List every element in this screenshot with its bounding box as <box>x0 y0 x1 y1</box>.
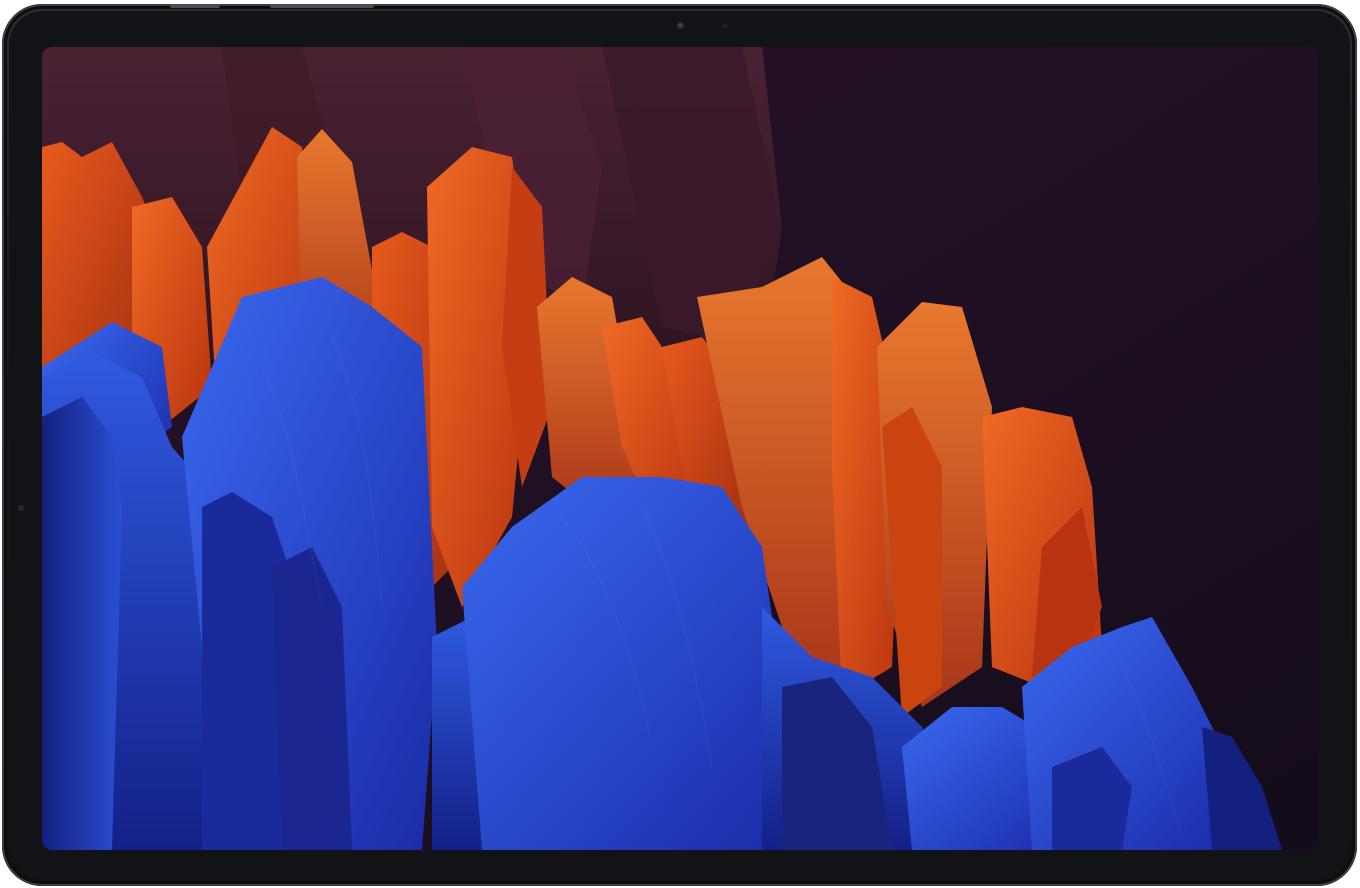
screen-wallpaper <box>42 47 1319 850</box>
side-sensor-icon <box>18 505 24 511</box>
wallpaper-art <box>42 47 1319 850</box>
volume-button <box>170 4 220 8</box>
camera-icon <box>677 22 685 30</box>
power-button <box>270 4 374 8</box>
product-image <box>0 0 1360 888</box>
tablet-device <box>2 4 1357 886</box>
sensor-icon <box>722 23 728 29</box>
